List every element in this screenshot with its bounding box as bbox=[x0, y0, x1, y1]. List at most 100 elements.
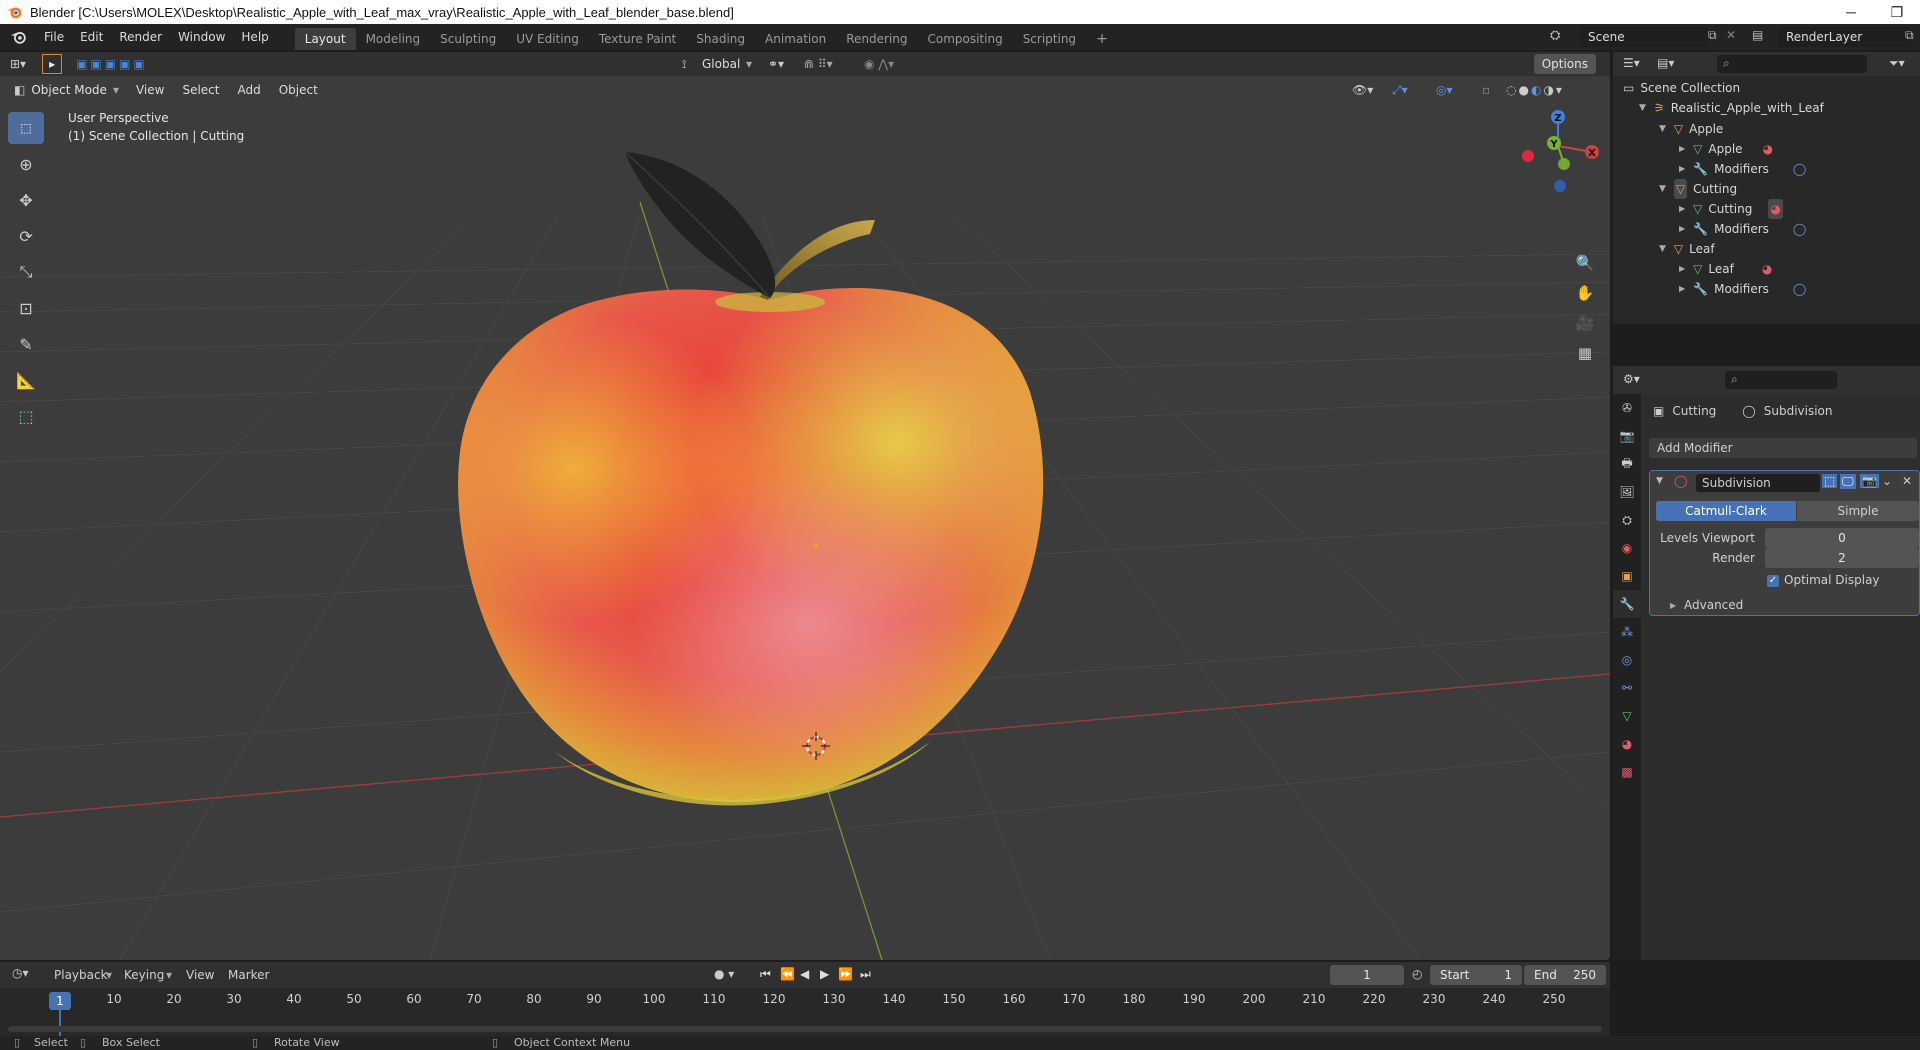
tab-scripting[interactable]: Scripting bbox=[1013, 28, 1086, 50]
cursor-tool[interactable]: ⊕ bbox=[8, 148, 44, 180]
tab-particles-icon[interactable]: ⁂ bbox=[1613, 618, 1641, 646]
object-mode-dropdown[interactable]: Object Mode bbox=[31, 83, 107, 97]
tab-uv-editing[interactable]: UV Editing bbox=[506, 28, 589, 50]
add-cube-tool[interactable]: ⬚ bbox=[8, 400, 44, 432]
expand-arrow-icon[interactable]: ▼ bbox=[1659, 119, 1666, 139]
apple-stem[interactable] bbox=[760, 220, 875, 300]
menu-help[interactable]: Help bbox=[233, 24, 276, 50]
material-icon[interactable]: ◕ bbox=[1768, 199, 1783, 219]
blender-menu-icon[interactable] bbox=[8, 28, 30, 46]
move-tool[interactable]: ✥ bbox=[8, 184, 44, 216]
expand-arrow-icon[interactable]: ▼ bbox=[1639, 98, 1646, 118]
expand-arrow-icon[interactable]: ▶ bbox=[1679, 199, 1685, 219]
tab-rendering[interactable]: Rendering bbox=[836, 28, 917, 50]
transform-orientation-icon[interactable]: ⟟ bbox=[682, 57, 686, 72]
outliner-row-collection[interactable]: ▼ ⚞ Realistic_Apple_with_Leaf bbox=[1639, 98, 1824, 118]
add-workspace-button[interactable]: + bbox=[1086, 28, 1118, 50]
tab-compositing[interactable]: Compositing bbox=[917, 28, 1012, 50]
tab-physics-icon[interactable]: ◎ bbox=[1613, 646, 1641, 674]
tab-tool-icon[interactable]: ✇ bbox=[1613, 394, 1641, 422]
material-icon[interactable]: ◕ bbox=[1763, 139, 1773, 159]
tab-scene-icon[interactable]: ⛭ bbox=[1613, 506, 1641, 534]
frame-ruler[interactable]: 10 20 30 40 50 60 70 80 90 100 110 120 130 140 150 160 1… bbox=[0, 962, 1610, 1012]
outliner-search-input[interactable]: ⌕ bbox=[1717, 55, 1867, 73]
selection-mode-icons[interactable]: ▣▣▣▣▣ bbox=[76, 57, 148, 71]
subdivision-modifier-icon[interactable]: ◯ bbox=[1793, 159, 1806, 179]
pivot-point-icon[interactable]: ⚭▾ bbox=[768, 57, 784, 71]
visibility-icon[interactable]: 👁▾ bbox=[1352, 83, 1373, 97]
new-view-layer-icon[interactable]: ⧉ bbox=[1905, 28, 1914, 43]
rotate-tool[interactable]: ⟳ bbox=[8, 220, 44, 252]
proportional-editing-icon[interactable]: ◉ ⋀▾ bbox=[864, 57, 894, 71]
annotate-tool[interactable]: ✎ bbox=[8, 328, 44, 360]
simple-option[interactable]: Simple bbox=[1797, 501, 1919, 521]
expand-arrow-icon[interactable]: ▶ bbox=[1679, 219, 1685, 239]
tab-sculpting[interactable]: Sculpting bbox=[430, 28, 506, 50]
playhead-marker[interactable]: 1 bbox=[49, 992, 71, 1010]
view-layer-selector[interactable]: RenderLayer bbox=[1778, 27, 1911, 47]
edit-mode-toggle-icon[interactable]: ⬚ bbox=[1822, 474, 1838, 488]
tab-output-icon[interactable]: 🖶 bbox=[1613, 450, 1641, 478]
overlays-toggle-icon[interactable]: ◎▾ bbox=[1436, 83, 1453, 97]
subdivision-modifier-icon[interactable]: ◯ bbox=[1793, 279, 1806, 299]
outliner-row-mesh-cutting[interactable]: ▶ ▽ Cutting ◕ bbox=[1679, 199, 1783, 219]
tab-texture-paint[interactable]: Texture Paint bbox=[589, 28, 686, 50]
gizmo-toggle-icon[interactable]: ⤢▾ bbox=[1392, 83, 1408, 98]
viewport-toggle-icon[interactable]: 🖵 bbox=[1840, 474, 1856, 489]
expand-arrow-icon[interactable]: ▼ bbox=[1659, 179, 1666, 199]
outliner-row-mesh-leaf[interactable]: ▶ ▽ Leaf ◕ bbox=[1679, 259, 1772, 279]
outliner-row-scene-collection[interactable]: ▭ Scene Collection bbox=[1623, 78, 1740, 98]
delete-scene-icon[interactable]: ✕ bbox=[1726, 28, 1736, 42]
zoom-icon[interactable]: 🔍 bbox=[1572, 248, 1598, 278]
menu-select[interactable]: Select bbox=[173, 83, 228, 97]
select-tool-icon[interactable]: ▸ bbox=[42, 54, 63, 74]
outliner-row-modifiers-leaf[interactable]: ▶ 🔧 Modifiers ◯ bbox=[1679, 279, 1806, 299]
object-origin[interactable] bbox=[813, 543, 819, 549]
tab-layout[interactable]: Layout bbox=[294, 28, 356, 50]
optimal-display-checkbox[interactable]: ✓ bbox=[1767, 575, 1779, 587]
options-button[interactable]: Options bbox=[1533, 54, 1596, 74]
navigation-gizmo[interactable]: Z X Y bbox=[1522, 110, 1599, 192]
scene-icon[interactable]: ⛭ bbox=[1550, 28, 1560, 43]
view-layer-icon[interactable]: ▤ bbox=[1752, 28, 1763, 42]
tab-animation[interactable]: Animation bbox=[755, 28, 836, 50]
add-modifier-dropdown[interactable]: Add Modifier bbox=[1649, 438, 1917, 458]
levels-viewport-field[interactable]: 0 bbox=[1765, 528, 1919, 548]
tab-render-icon[interactable]: 📷 bbox=[1613, 422, 1641, 450]
tab-material-icon[interactable]: ◕ bbox=[1613, 730, 1641, 758]
filter-icon[interactable]: ⏷▾ bbox=[1889, 56, 1905, 71]
menu-object[interactable]: Object bbox=[270, 83, 327, 97]
snap-icon[interactable]: ⋒ ⠿▾ bbox=[804, 57, 833, 71]
menu-window[interactable]: Window bbox=[170, 24, 233, 50]
outliner-row-object-leaf[interactable]: ▼ ▽ Leaf bbox=[1659, 239, 1715, 259]
catmull-clark-option[interactable]: Catmull-Clark bbox=[1656, 501, 1796, 521]
expand-arrow-icon[interactable]: ▼ bbox=[1659, 239, 1666, 259]
expand-arrow-icon[interactable]: ▶ bbox=[1679, 139, 1685, 159]
timeline-scrollbar[interactable] bbox=[8, 1026, 1602, 1032]
new-scene-icon[interactable]: ⧉ bbox=[1708, 28, 1717, 43]
render-levels-field[interactable]: 2 bbox=[1765, 548, 1919, 568]
scale-tool[interactable]: ⤡ bbox=[8, 256, 44, 288]
apple-model[interactable] bbox=[458, 288, 1044, 806]
subdivision-modifier-icon[interactable]: ◯ bbox=[1793, 219, 1806, 239]
outliner-row-object-apple[interactable]: ▼ ▽ Apple bbox=[1659, 119, 1723, 139]
outliner-row-modifiers-cutting[interactable]: ▶ 🔧 Modifiers ◯ bbox=[1679, 219, 1806, 239]
transform-orientation-dropdown[interactable]: Global bbox=[702, 57, 740, 71]
shading-modes-icons[interactable]: ◌●◐◑▾ bbox=[1506, 83, 1564, 97]
tab-texture-icon[interactable]: ▩ bbox=[1613, 758, 1641, 786]
outliner-row-modifiers-apple[interactable]: ▶ 🔧 Modifiers ◯ bbox=[1679, 159, 1806, 179]
transform-tool[interactable]: ⊡ bbox=[8, 292, 44, 324]
minimize-button[interactable]: ─ bbox=[1828, 0, 1874, 24]
pan-hand-icon[interactable]: ✋ bbox=[1572, 278, 1598, 308]
modifier-menu-chevron-icon[interactable]: ⌄ bbox=[1882, 474, 1892, 488]
collapse-arrow-icon[interactable]: ▼ bbox=[1656, 476, 1663, 486]
3d-viewport[interactable]: Z X Y ⊞▾ ▸ ▣▣▣▣▣ ⟟ Global ▾ ⚭▾ ⋒ ⠿▾ ◉ ⋀▾… bbox=[0, 52, 1610, 960]
display-mode-icon[interactable]: ▤▾ bbox=[1657, 56, 1674, 70]
remove-modifier-close-icon[interactable]: ✕ bbox=[1902, 474, 1912, 488]
tab-view-layer-icon[interactable]: 🖼 bbox=[1613, 478, 1641, 506]
scene-selector[interactable]: Scene bbox=[1580, 27, 1708, 47]
menu-add[interactable]: Add bbox=[228, 83, 269, 97]
properties-editor-icon[interactable]: ⚙▾ bbox=[1623, 372, 1640, 386]
advanced-section-label[interactable]: Advanced bbox=[1684, 598, 1743, 612]
tab-object-icon[interactable]: ▣ bbox=[1613, 562, 1641, 590]
